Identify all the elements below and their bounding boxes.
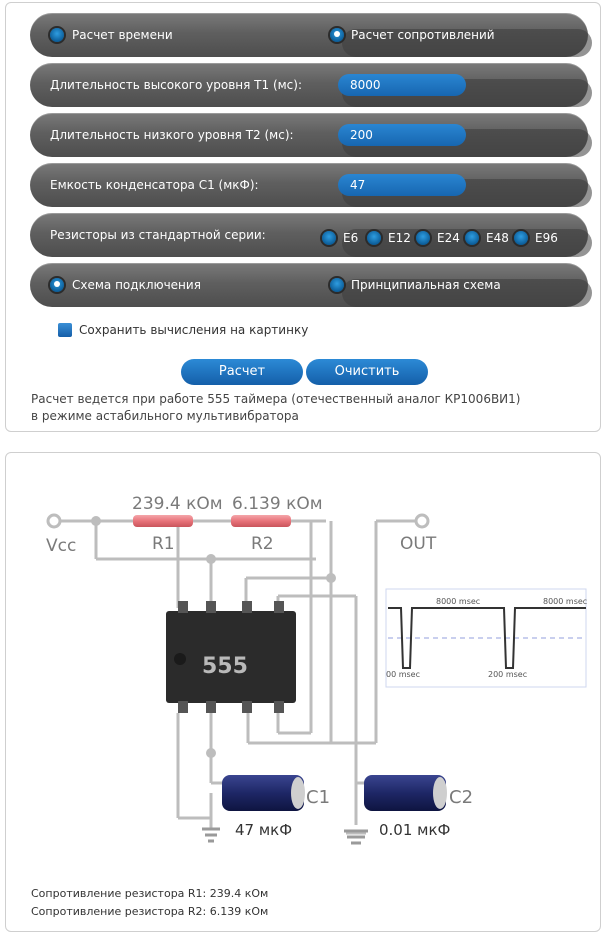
t2-input[interactable]	[338, 124, 466, 146]
wave-high-label-1: 8000 msec	[436, 597, 480, 606]
radio-e24[interactable]	[416, 231, 430, 245]
vcc-label: Vcc	[46, 536, 76, 556]
series-label: Резисторы из стандартной серии:	[50, 228, 266, 242]
wave-low-label-1: 00 msec	[386, 670, 420, 679]
chip-label: 555	[202, 654, 248, 679]
radio-e96[interactable]	[514, 231, 528, 245]
resistor-r2	[231, 515, 291, 527]
radio-e12[interactable]	[367, 231, 381, 245]
r2-value-label: 6.139 кОм	[232, 494, 323, 514]
save-checkbox[interactable]	[58, 323, 72, 337]
capacitor-c1	[222, 775, 305, 811]
t2-row: Длительность низкого уровня T2 (мс):	[30, 113, 592, 157]
calculator-panel: Расчет времени Расчет сопротивлений Длит…	[5, 2, 601, 432]
c1-row: Емкость конденсатора C1 (мкФ):	[30, 163, 592, 207]
c1-input[interactable]	[338, 174, 466, 196]
t1-row: Длительность высокого уровня T1 (мс):	[30, 63, 592, 107]
radio-e24-label[interactable]: E24	[437, 231, 460, 245]
radio-principal[interactable]	[330, 278, 344, 292]
c1-name-label: C1	[306, 787, 330, 808]
save-checkbox-label[interactable]: Сохранить вычисления на картинку	[79, 323, 308, 337]
t1-input[interactable]	[338, 74, 466, 96]
c1-label: Емкость конденсатора C1 (мкФ):	[50, 178, 259, 192]
c1-value-label: 47 мкФ	[235, 821, 292, 839]
radio-e6-label[interactable]: E6	[343, 231, 358, 245]
radio-principal-label[interactable]: Принципиальная схема	[351, 278, 501, 292]
radio-resistors-label[interactable]: Расчет сопротивлений	[351, 28, 495, 42]
r1-value-label: 239.4 кОм	[132, 494, 223, 514]
circuit-diagram: 239.4 кОм 6.139 кОм R1 R2 Vcc OUT 555 C1…	[46, 494, 587, 845]
resistor-r1	[133, 515, 193, 527]
radio-e6[interactable]	[322, 231, 336, 245]
calc-note: Расчет ведется при работе 555 таймера (о…	[31, 392, 521, 423]
r1-name-label: R1	[152, 534, 175, 554]
wave-high-label-2: 8000 msec	[543, 597, 587, 606]
result-r2: Сопротивление резистора R2: 6.139 кОм	[31, 905, 269, 918]
radio-e48[interactable]	[465, 231, 479, 245]
calc-button[interactable]: Расчет	[181, 359, 303, 385]
radio-wiring-label[interactable]: Схема подключения	[72, 278, 201, 292]
c2-name-label: C2	[449, 787, 473, 808]
result-panel: 239.4 кОм 6.139 кОм R1 R2 Vcc OUT 555 C1…	[5, 452, 601, 932]
radio-e12-label[interactable]: E12	[388, 231, 411, 245]
capacitor-c2	[364, 775, 447, 811]
radio-resistors[interactable]	[330, 28, 344, 42]
wave-low-label-2: 200 msec	[488, 670, 527, 679]
result-r1: Сопротивление резистора R1: 239.4 кОм	[31, 887, 269, 900]
out-label: OUT	[400, 534, 437, 554]
series-row: Резисторы из стандартной серии: E6 E12 E…	[30, 213, 592, 257]
clear-button[interactable]: Очистить	[306, 359, 428, 385]
t2-label: Длительность низкого уровня T2 (мс):	[50, 128, 294, 142]
scheme-row: Схема подключения Принципиальная схема	[30, 263, 592, 307]
radio-time[interactable]	[50, 28, 64, 42]
c2-value-label: 0.01 мкФ	[379, 821, 451, 839]
radio-e48-label[interactable]: E48	[486, 231, 509, 245]
r2-name-label: R2	[251, 534, 274, 554]
radio-wiring[interactable]	[50, 278, 64, 292]
radio-time-label[interactable]: Расчет времени	[72, 28, 173, 42]
radio-e96-label[interactable]: E96	[535, 231, 558, 245]
mode-row: Расчет времени Расчет сопротивлений	[30, 13, 592, 57]
t1-label: Длительность высокого уровня T1 (мс):	[50, 78, 303, 92]
